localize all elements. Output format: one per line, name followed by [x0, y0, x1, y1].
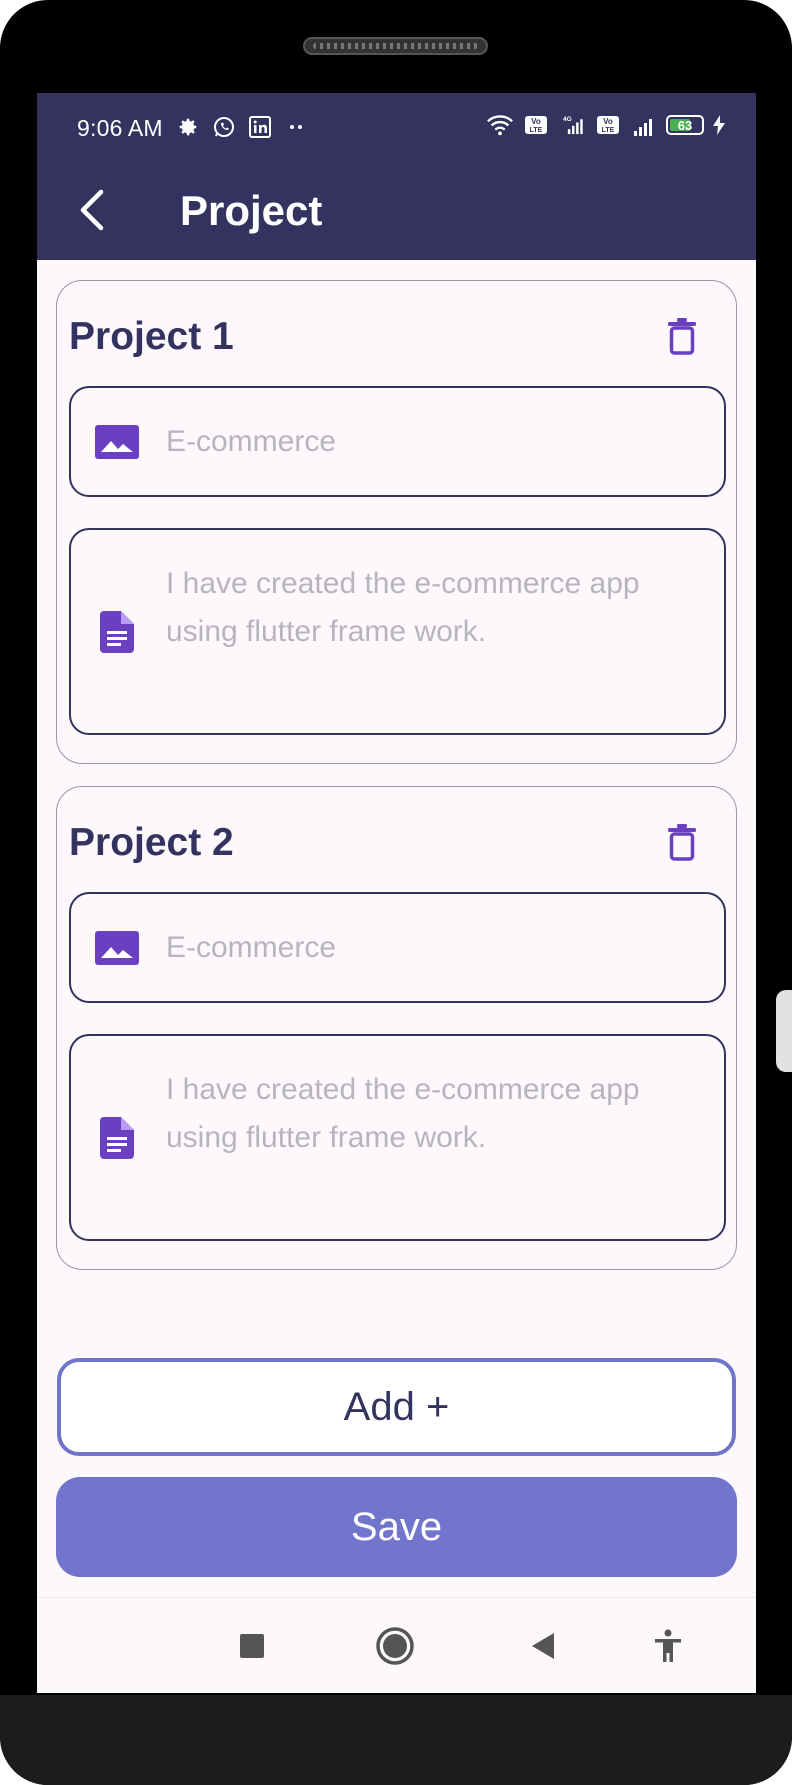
recents-button[interactable]	[230, 1624, 274, 1668]
back-nav-button[interactable]	[521, 1624, 565, 1668]
svg-text:Vo: Vo	[531, 117, 541, 126]
project-title-placeholder: E-commerce	[166, 425, 337, 458]
back-triangle-icon	[532, 1633, 554, 1659]
home-button[interactable]	[373, 1624, 417, 1668]
project-card: Project 2 E-commerce I have created the …	[56, 786, 737, 1270]
project-heading: Project 2	[69, 821, 234, 864]
image-icon	[95, 926, 139, 970]
svg-text:4G: 4G	[563, 116, 572, 123]
svg-text:LTE: LTE	[602, 127, 615, 134]
project-title-placeholder: E-commerce	[166, 931, 337, 964]
battery-icon: 63	[666, 115, 704, 135]
document-icon	[95, 1116, 139, 1160]
project-description-placeholder: I have created the e-commerce app using …	[166, 1073, 640, 1154]
gear-icon	[174, 113, 202, 141]
earpiece-speaker	[303, 37, 488, 55]
phone-frame: 9:06 AM Vo LTE 4G Vo LTE 63 Project Proj…	[0, 0, 792, 1785]
side-edge-handle	[776, 990, 792, 1072]
volte-icon: Vo LTE	[522, 111, 550, 139]
project-description-input[interactable]: I have created the e-commerce app using …	[69, 528, 726, 735]
status-time: 9:06 AM	[77, 115, 163, 141]
wifi-icon	[486, 111, 514, 139]
delete-project-button[interactable]	[662, 315, 702, 357]
svg-text:Vo: Vo	[603, 117, 613, 126]
project-title-input[interactable]: E-commerce	[69, 892, 726, 1003]
svg-text:LTE: LTE	[530, 127, 543, 134]
image-icon	[95, 420, 139, 464]
linkedin-icon	[246, 113, 274, 141]
phone-chin	[0, 1695, 792, 1785]
project-title-input[interactable]: E-commerce	[69, 386, 726, 497]
project-card: Project 1 E-commerce I have created the …	[56, 280, 737, 764]
delete-project-button[interactable]	[662, 821, 702, 863]
home-circle-icon	[376, 1627, 414, 1665]
system-nav-bar	[37, 1597, 756, 1693]
accessibility-button[interactable]	[646, 1624, 690, 1668]
whatsapp-icon	[210, 113, 238, 141]
battery-level: 63	[677, 117, 693, 133]
page-title: Project	[180, 187, 323, 234]
trash-icon	[668, 824, 696, 861]
chevron-left-icon	[80, 189, 104, 231]
recents-square-icon	[240, 1634, 264, 1658]
signal-4g-icon: 4G	[558, 111, 586, 139]
add-project-button[interactable]: Add +	[57, 1358, 736, 1456]
signal-icon	[630, 111, 658, 139]
document-icon	[95, 610, 139, 654]
project-heading: Project 1	[69, 315, 234, 358]
project-description-input[interactable]: I have created the e-commerce app using …	[69, 1034, 726, 1241]
app-screen: 9:06 AM Vo LTE 4G Vo LTE 63 Project Proj…	[37, 93, 756, 1693]
app-bar: Project	[37, 163, 756, 260]
charging-icon	[712, 111, 726, 139]
accessibility-icon	[655, 1629, 681, 1662]
volte-icon: Vo LTE	[594, 111, 622, 139]
project-description-placeholder: I have created the e-commerce app using …	[166, 567, 640, 648]
trash-icon	[668, 318, 696, 355]
save-button[interactable]: Save	[56, 1477, 737, 1577]
back-button[interactable]	[67, 185, 117, 235]
status-bar: 9:06 AM Vo LTE 4G Vo LTE 63	[37, 93, 756, 163]
more-dots-icon	[282, 113, 310, 141]
